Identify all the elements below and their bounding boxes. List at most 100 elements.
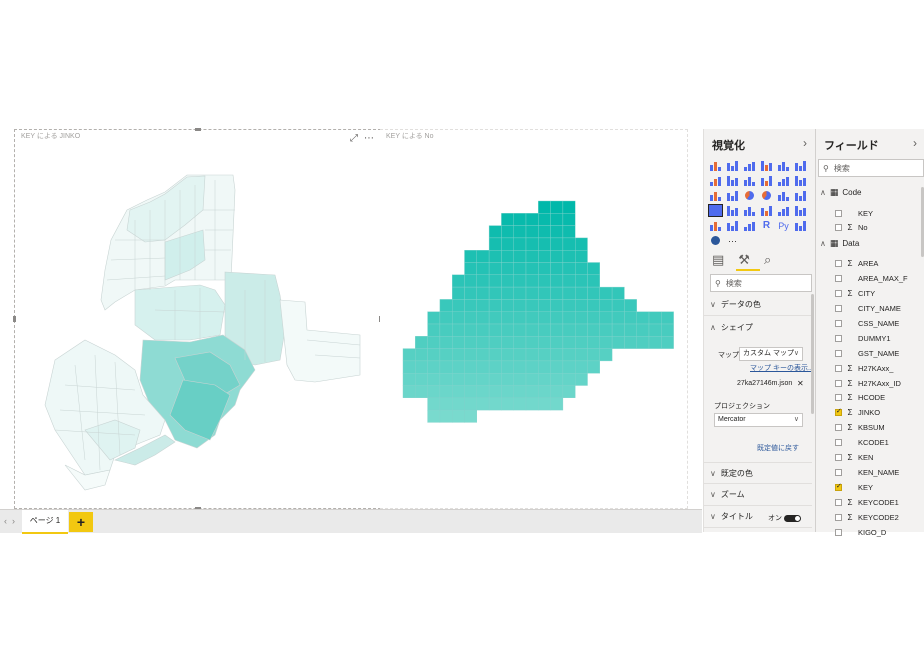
grid-cell[interactable] [488,323,502,337]
grid-cell[interactable] [402,385,416,399]
grid-cell[interactable] [525,397,539,411]
grid-cell[interactable] [488,360,502,374]
field-checkbox[interactable] [835,482,842,491]
grid-cell[interactable] [538,249,551,263]
grid-cell[interactable] [501,311,514,325]
stacked-column-visual-icon[interactable] [726,160,739,171]
grid-cell[interactable] [550,299,564,312]
grid-cell[interactable] [587,274,601,288]
reset-default-link[interactable]: 既定値に戻す [757,443,799,453]
field-checkbox[interactable] [835,349,842,357]
stacked-area-visual-icon[interactable] [743,175,756,186]
grid-cell[interactable] [538,286,551,300]
grid-cell[interactable] [611,299,625,312]
grid-cell[interactable] [464,409,478,423]
grid-cell[interactable] [550,274,564,288]
page-tab[interactable]: ページ 1 [22,510,68,534]
grid-cell[interactable] [587,286,601,300]
grid-cell[interactable] [501,299,514,312]
grid-cell[interactable] [599,348,613,362]
grid-cell[interactable] [611,311,625,325]
section-default-colors[interactable]: ∨ 既定の色 [704,462,812,484]
grid-cell[interactable] [636,323,650,337]
grid-cell[interactable] [476,323,490,337]
waterfall-visual-icon[interactable] [709,190,722,201]
100-column-visual-icon[interactable] [794,160,807,171]
grid-cell[interactable] [513,323,527,337]
section-data-colors[interactable]: ∨ データの色 [704,294,812,316]
grid-cell[interactable] [550,323,564,337]
grid-cell[interactable] [464,249,478,263]
grid-cell[interactable] [476,262,490,276]
grid-cell[interactable] [501,372,514,386]
grid-cell[interactable] [550,336,564,349]
grid-cell[interactable] [562,249,576,263]
grid-cell[interactable] [550,348,564,362]
grid-cell[interactable] [451,299,465,312]
grid-cell[interactable] [525,213,539,226]
kpi-visual-icon[interactable] [794,205,807,216]
treemap-visual-icon[interactable] [777,190,790,201]
grid-cell[interactable] [513,311,527,325]
field-row[interactable]: Σ KEYCODE2 [835,510,899,524]
grid-cell[interactable] [574,372,588,386]
grid-cell[interactable] [525,299,539,312]
grid-cell[interactable] [624,299,637,312]
grid-cell[interactable] [464,299,478,312]
pie-visual-icon[interactable] [743,190,756,201]
table-data[interactable]: ∧ ▦ Data [820,238,859,249]
grid-cell[interactable] [574,274,588,288]
grid-cell[interactable] [488,311,502,325]
field-checkbox[interactable] [835,407,842,417]
grid-cell[interactable] [587,348,601,362]
grid-cell[interactable] [599,311,613,325]
grid-cell[interactable] [451,336,465,349]
python-visual-visual-icon[interactable]: Py [777,220,790,231]
grid-cell[interactable] [464,262,478,276]
grid-cell[interactable] [525,336,539,349]
grid-cell[interactable] [525,262,539,276]
grid-cell[interactable] [488,286,502,300]
map-visual-icon[interactable] [794,190,807,201]
grid-cell[interactable] [538,372,551,386]
grid-cell[interactable] [525,385,539,399]
arcgis-visual-icon[interactable] [794,220,807,231]
grid-cell[interactable] [562,323,576,337]
grid-cell[interactable] [501,286,514,300]
area-visual-icon[interactable] [726,175,739,186]
field-row[interactable]: DUMMY1 [835,331,891,345]
filled-map-visual[interactable]: KEY による JINKO ⤢ ⋯ [13,128,382,510]
field-checkbox[interactable] [835,290,842,298]
grid-cell[interactable] [624,323,637,337]
grid-cell[interactable] [648,336,662,349]
field-checkbox[interactable] [835,394,842,402]
grid-cell[interactable] [562,336,576,349]
grid-cell[interactable] [538,336,551,349]
grid-cell[interactable] [550,311,564,325]
field-row[interactable]: Σ KBSUM [835,421,885,435]
grid-cell[interactable] [476,397,490,411]
line-column-visual-icon[interactable] [760,175,773,186]
choropleth-map[interactable] [15,130,380,508]
grid-cell[interactable] [611,323,625,337]
grid-cell[interactable] [476,249,490,263]
grid-cell[interactable] [464,372,478,386]
grid-cell[interactable] [538,262,551,276]
grid-cell[interactable] [648,323,662,337]
grid-cell[interactable] [562,225,576,239]
grid-cell[interactable] [636,311,650,325]
grid-cell[interactable] [501,213,514,226]
grid-cell[interactable] [402,348,416,362]
grid-cell[interactable] [550,397,564,411]
grid-cell[interactable] [538,274,551,288]
grid-cell[interactable] [476,372,490,386]
grid-cell[interactable] [562,213,576,226]
grid-cell[interactable] [550,225,564,239]
field-checkbox[interactable] [835,528,842,536]
grid-cell[interactable] [476,385,490,399]
grid-cell[interactable] [562,348,576,362]
line-visual-icon[interactable] [709,175,722,186]
grid-cell[interactable] [501,262,514,276]
grid-cell[interactable] [525,360,539,374]
field-checkbox[interactable] [835,209,842,217]
